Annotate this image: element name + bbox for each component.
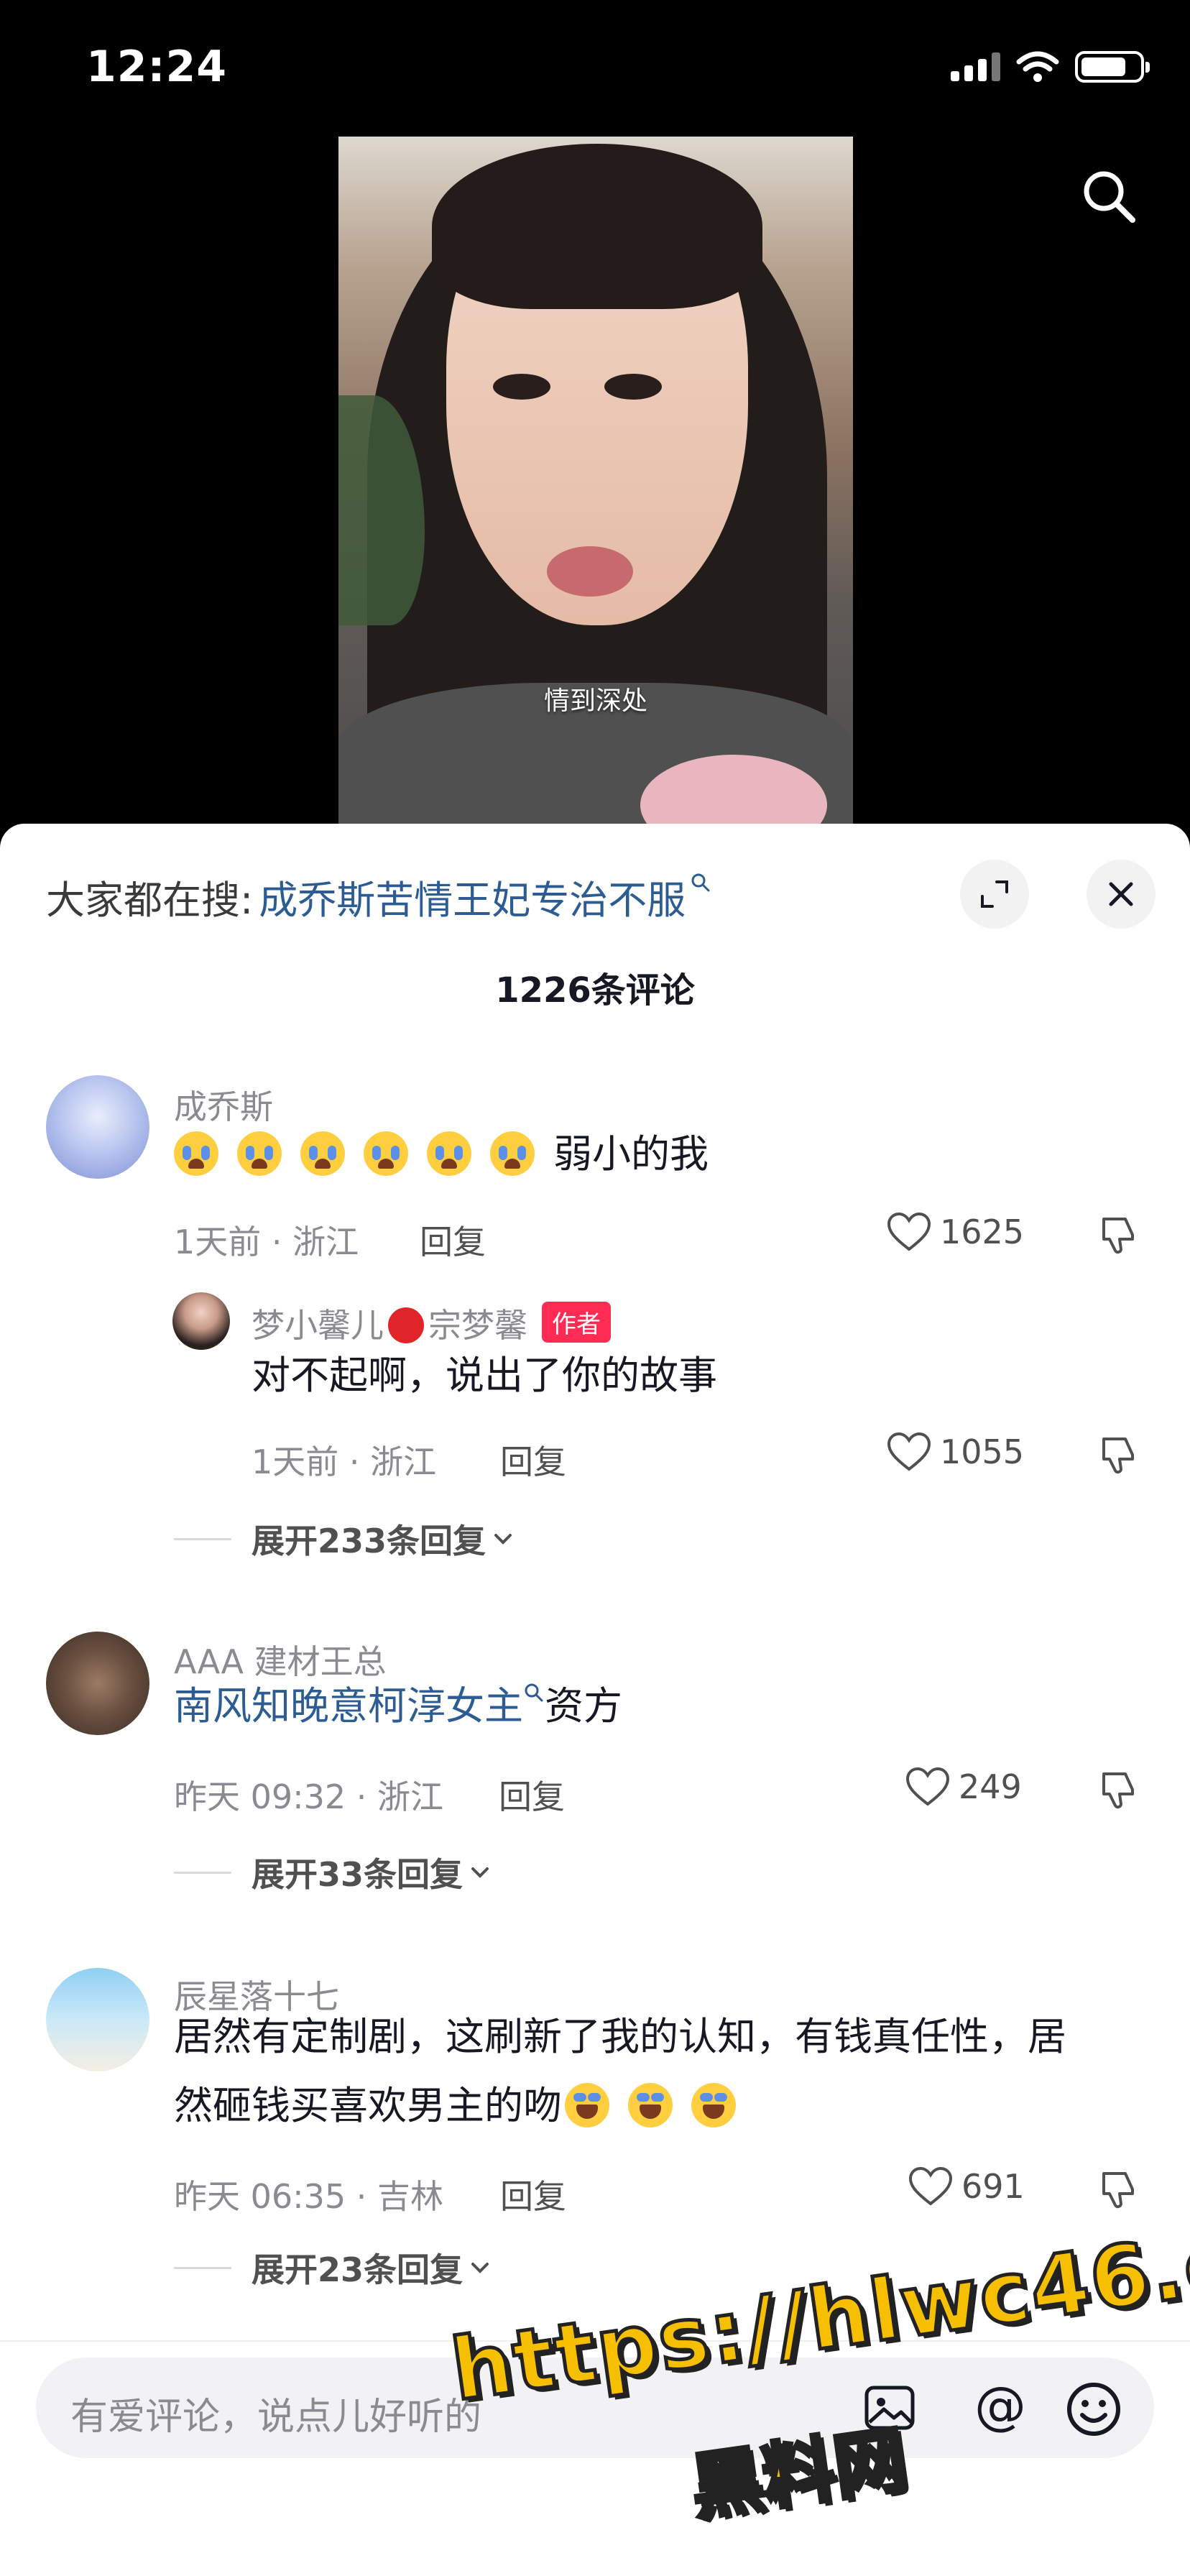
hot-search-prefix: 大家都在搜: (46, 878, 254, 923)
search-icon[interactable] (1078, 165, 1138, 226)
dislike-icon[interactable] (1097, 1433, 1140, 1476)
apple-emoji-icon (388, 1307, 424, 1343)
svg-text:@: @ (974, 2378, 1026, 2436)
comment-text-body: 然砸钱买喜欢男主的吻 (174, 2083, 562, 2128)
avatar[interactable] (46, 1968, 149, 2071)
close-button[interactable] (1087, 860, 1156, 929)
comment-text-body: 资方 (545, 1683, 622, 1729)
reply-button[interactable]: 回复 (499, 1771, 565, 1818)
expand-replies-label: 展开233条回复 (252, 1522, 486, 1560)
search-small-icon (691, 873, 710, 891)
chevron-down-icon (471, 2263, 489, 2273)
comment-text-line2: 然砸钱买喜欢男主的吻 (174, 2071, 755, 2140)
dislike-icon[interactable] (1097, 2168, 1140, 2211)
expand-replies-button[interactable]: 展开33条回复 (174, 1849, 492, 1896)
heart-icon (887, 1432, 931, 1471)
reply-meta: 1天前 · 浙江 (252, 1443, 437, 1481)
search-small-icon (525, 1683, 543, 1702)
comment-meta: 昨天 06:35 · 吉林 (174, 2177, 444, 2216)
crying-emoji-icon (300, 1131, 345, 1177)
like-count: 1055 (940, 1432, 1025, 1471)
dislike-icon[interactable] (1097, 1213, 1140, 1256)
comment-meta: 昨天 09:32 · 浙江 (174, 1777, 444, 1816)
reply-text: 对不起啊，说出了你的故事 (252, 1353, 717, 1398)
emoji-icon[interactable] (1064, 2379, 1124, 2439)
laugh-cry-emoji-icon (628, 2083, 673, 2128)
like-button[interactable]: 1055 (887, 1432, 1024, 1472)
author-badge: 作者 (542, 1302, 611, 1343)
dislike-icon[interactable] (1097, 1768, 1140, 1811)
expand-replies-label: 展开33条回复 (252, 1855, 463, 1894)
battery-icon (1075, 51, 1150, 83)
wifi-icon (1016, 51, 1059, 82)
reply-button[interactable]: 回复 (420, 1216, 486, 1264)
reply-button[interactable]: 回复 (500, 1436, 566, 1484)
cellular-signal-icon (951, 52, 1000, 81)
crying-emoji-icon (237, 1131, 282, 1177)
expand-replies-label: 展开23条回复 (252, 2250, 463, 2289)
expand-replies-button[interactable]: 展开233条回复 (174, 1515, 515, 1563)
reply-button[interactable]: 回复 (500, 2171, 566, 2218)
comment-text-line1: 居然有定制剧，这刷新了我的认知，有钱真任性，居 (174, 2014, 1066, 2059)
crying-emoji-icon (174, 1131, 218, 1177)
reply-username-text: 梦小馨儿 (252, 1306, 384, 1345)
comment-text: 弱小的我 (174, 1120, 709, 1189)
like-count: 249 (959, 1767, 1022, 1806)
chevron-down-icon (471, 1867, 489, 1878)
video-player[interactable]: 情到深处 (338, 137, 853, 827)
avatar[interactable] (46, 1632, 149, 1735)
crying-emoji-icon (490, 1131, 535, 1177)
mention-icon[interactable]: @ (970, 2378, 1030, 2438)
expand-icon (981, 880, 1008, 908)
like-button[interactable]: 1625 (887, 1212, 1024, 1252)
comment-count: 1226条评论 (495, 970, 695, 1011)
crying-emoji-icon (364, 1131, 408, 1177)
heart-icon (887, 1212, 931, 1251)
like-count: 691 (961, 2167, 1025, 2206)
comment-search-link[interactable]: 南风知晚意柯淳女主 (174, 1683, 523, 1729)
expand-sheet-button[interactable] (960, 860, 1029, 929)
heart-icon (905, 1767, 950, 1806)
reply-username[interactable]: 梦小馨儿 宗梦馨 作者 (252, 1300, 611, 1347)
heart-icon (908, 2166, 953, 2206)
laugh-cry-emoji-icon (691, 2083, 736, 2128)
crying-emoji-icon (427, 1131, 471, 1177)
video-caption: 情到深处 (543, 686, 647, 716)
status-time: 12:24 (86, 42, 227, 92)
like-button[interactable]: 691 (908, 2166, 1025, 2207)
reply-avatar[interactable] (172, 1292, 230, 1350)
comment-meta: 1天前 · 浙江 (174, 1223, 359, 1261)
status-icons (951, 50, 1150, 83)
comment-input-placeholder: 有爱评论，说点儿好听的 (70, 2396, 482, 2439)
hot-search-query[interactable]: 成乔斯苦情王妃专治不服 (259, 868, 686, 925)
like-count: 1625 (940, 1213, 1025, 1251)
chevron-down-icon (494, 1534, 512, 1545)
expand-replies-button[interactable]: 展开23条回复 (174, 2244, 492, 2291)
close-icon (1109, 882, 1133, 906)
avatar[interactable] (46, 1075, 149, 1179)
comment-text: 南风知晚意柯淳女主 资方 (174, 1672, 622, 1741)
like-button[interactable]: 249 (905, 1767, 1022, 1807)
reply-username-suffix: 宗梦馨 (428, 1306, 527, 1345)
laugh-cry-emoji-icon (565, 2083, 609, 2128)
comment-text-body: 弱小的我 (553, 1131, 709, 1177)
hot-search[interactable]: 大家都在搜: 成乔斯苦情王妃专治不服 (46, 868, 711, 925)
